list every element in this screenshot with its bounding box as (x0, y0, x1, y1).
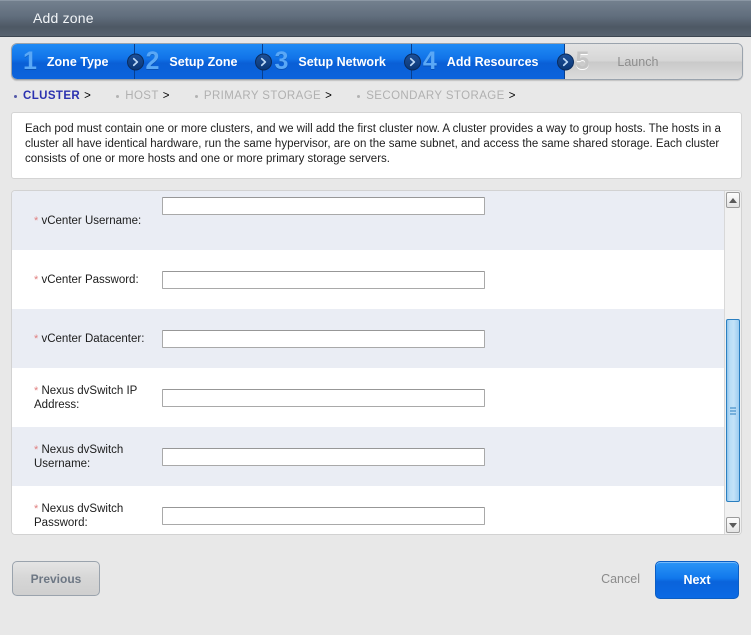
wizard-step-number: 2 (146, 49, 170, 74)
wizard-step-label: Launch (599, 55, 684, 69)
wizard-step-label: Setup Zone (169, 55, 263, 69)
wizard-step-number: 3 (274, 49, 298, 74)
breadcrumb-chevron: > (509, 90, 516, 102)
form-row-vcenter-datacenter: * vCenter Datacenter: (12, 309, 741, 368)
form-row-vcenter-password: * vCenter Password: (12, 250, 741, 309)
required-marker: * (34, 215, 38, 227)
nexus-dvswitch-password-input[interactable] (162, 507, 485, 525)
window-title-bar: Add zone (0, 0, 751, 37)
bullet-icon (357, 95, 360, 98)
form-row-nexus-dvswitch-username: * Nexus dvSwitch Username: (12, 427, 741, 486)
previous-button[interactable]: Previous (12, 561, 100, 596)
cancel-button[interactable]: Cancel (595, 571, 646, 587)
bullet-icon (14, 95, 17, 98)
breadcrumb-item-label: CLUSTER (23, 90, 80, 102)
wizard-step-number: 5 (576, 49, 600, 74)
nexus-dvswitch-username-input[interactable] (162, 448, 485, 466)
required-marker: * (34, 333, 38, 345)
wizard-step-number: 4 (423, 49, 447, 74)
form-label-text: vCenter Datacenter: (41, 333, 144, 345)
form-label: * vCenter Datacenter: (34, 332, 146, 346)
vcenter-datacenter-input[interactable] (162, 330, 485, 348)
breadcrumb-chevron: > (84, 90, 91, 102)
form-label-text: vCenter Username: (41, 215, 141, 227)
required-marker: * (34, 444, 38, 456)
nexus-dvswitch-ip-address-input[interactable] (162, 389, 485, 407)
wizard-step-setup-network[interactable]: 3 Setup Network (263, 44, 411, 79)
wizard-steps: 1 Zone Type 2 Setup Zone 3 Setup Network (11, 43, 743, 80)
wizard-step-label: Zone Type (47, 55, 135, 69)
form-row-nexus-dvswitch-password: * Nexus dvSwitch Password: (12, 486, 741, 535)
wizard-step-add-resources[interactable]: 4 Add Resources (412, 44, 565, 79)
form-label-text: Nexus dvSwitch Username: (34, 444, 123, 470)
form-scrollbar[interactable] (724, 191, 741, 534)
scroll-up-button[interactable] (726, 192, 740, 208)
breadcrumb-chevron: > (325, 90, 332, 102)
triangle-up-icon (729, 198, 737, 203)
breadcrumb-item-primary-storage[interactable]: PRIMARY STORAGE > (195, 90, 332, 102)
wizard-step-number: 1 (23, 49, 47, 74)
breadcrumb-item-host[interactable]: HOST > (116, 90, 170, 102)
chevron-right-icon (255, 53, 272, 70)
breadcrumb-item-label: PRIMARY STORAGE (204, 90, 321, 102)
form-label: * Nexus dvSwitch Username: (34, 443, 146, 471)
wizard-step-bar: 1 Zone Type 2 Setup Zone 3 Setup Network (11, 43, 743, 80)
bullet-icon (116, 95, 119, 98)
breadcrumb-item-cluster[interactable]: CLUSTER > (14, 90, 91, 102)
form-label-text: Nexus dvSwitch IP Address: (34, 385, 137, 411)
breadcrumb-item-label: SECONDARY STORAGE (366, 90, 504, 102)
next-button[interactable]: Next (655, 561, 739, 599)
chevron-right-icon (404, 53, 421, 70)
chevron-right-icon (127, 53, 144, 70)
required-marker: * (34, 385, 38, 397)
form-field-list: * vCenter Username: * vCenter Password: … (12, 191, 741, 534)
breadcrumb: CLUSTER > HOST > PRIMARY STORAGE > SECON… (14, 86, 751, 106)
wizard-step-zone-type[interactable]: 1 Zone Type (12, 44, 135, 79)
description-panel: Each pod must contain one or more cluste… (11, 112, 742, 179)
form-label: * Nexus dvSwitch IP Address: (34, 384, 146, 412)
wizard-step-launch[interactable]: 5 Launch (565, 44, 743, 79)
scrollbar-thumb[interactable] (726, 319, 740, 502)
bullet-icon (195, 95, 198, 98)
dialog-footer: Previous Cancel Next (0, 556, 751, 635)
form-label-text: vCenter Password: (41, 274, 138, 286)
form-panel: * vCenter Username: * vCenter Password: … (11, 190, 742, 535)
window-title: Add zone (33, 10, 94, 26)
required-marker: * (34, 274, 38, 286)
vcenter-password-input[interactable] (162, 271, 485, 289)
wizard-step-label: Setup Network (298, 55, 412, 69)
breadcrumb-item-secondary-storage[interactable]: SECONDARY STORAGE > (357, 90, 516, 102)
form-label: * Nexus dvSwitch Password: (34, 502, 146, 530)
scrollbar-grip-icon (730, 407, 736, 414)
breadcrumb-chevron: > (163, 90, 170, 102)
breadcrumb-item-label: HOST (125, 90, 159, 102)
form-label-text: Nexus dvSwitch Password: (34, 503, 123, 529)
wizard-step-label: Add Resources (447, 55, 565, 69)
form-row-nexus-dvswitch-ip-address: * Nexus dvSwitch IP Address: (12, 368, 741, 427)
form-label: * vCenter Username: (34, 214, 146, 228)
vcenter-username-input[interactable] (162, 197, 485, 215)
form-row-vcenter-username: * vCenter Username: (12, 191, 741, 250)
form-label: * vCenter Password: (34, 273, 146, 287)
chevron-right-icon (557, 53, 574, 70)
required-marker: * (34, 503, 38, 515)
triangle-down-icon (729, 523, 737, 528)
wizard-step-setup-zone[interactable]: 2 Setup Zone (135, 44, 264, 79)
scroll-down-button[interactable] (726, 517, 740, 533)
